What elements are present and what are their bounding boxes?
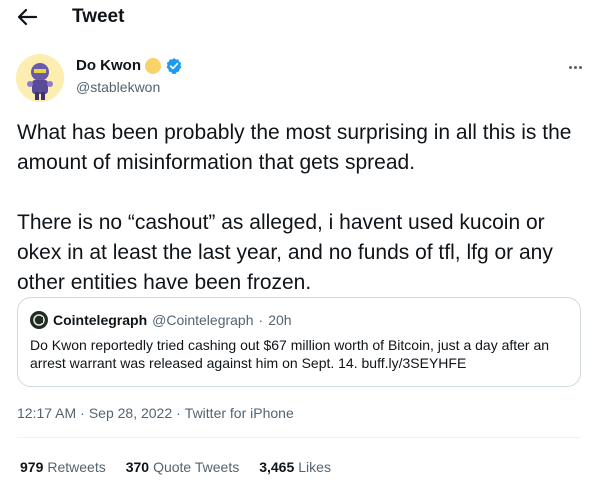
meta-separator: · [176,405,181,421]
tweet-paragraph: There is no “cashout” as alleged, i have… [17,211,553,294]
cointelegraph-logo-icon [33,314,45,326]
quote-avatar [30,311,48,329]
tweet-paragraph: What has been probably the most surprisi… [17,121,572,174]
page-title: Tweet [72,6,125,27]
quote-separator: · [258,312,264,328]
verified-badge-icon [166,58,182,74]
arrow-left-icon [17,8,37,26]
more-horizontal-icon-dot [578,65,582,69]
author-name[interactable]: Do Kwon [76,57,141,75]
likes-label: Likes [298,459,331,475]
retweets-count: 979 [20,459,44,475]
more-horizontal-icon [568,65,572,69]
divider [17,437,581,438]
quote-header: Cointelegraph @Cointelegraph · 20h [30,311,292,329]
quote-author-name: Cointelegraph [53,312,148,328]
likes-count: 3,465 [259,459,295,475]
quote-tweet-card[interactable]: Cointelegraph @Cointelegraph · 20h Do Kw… [17,297,581,387]
quote-author-handle: @Cointelegraph [152,312,254,328]
tweet-time[interactable]: 12:17 AM [17,404,76,422]
more-button[interactable] [562,60,588,74]
back-button[interactable] [14,6,40,28]
retweets-label: Retweets [47,459,106,475]
likes-stat[interactable]: 3,465 Likes [259,458,331,476]
quote-tweets-count: 370 [125,459,150,475]
retweets-stat[interactable]: 979 Retweets [20,458,106,476]
avatar-image [16,54,64,102]
quote-time: 20h [268,312,292,328]
quote-tweets-stat[interactable]: 370 Quote Tweets [126,458,240,476]
author-name-row: Do Kwon [76,57,183,75]
tweet-stats: 979 Retweets 370 Quote Tweets 3,465 Like… [20,458,331,476]
tweet-meta: 12:17 AM · Sep 28, 2022 · Twitter for iP… [17,404,294,422]
tweet-text: What has been probably the most surprisi… [17,118,582,298]
avatar[interactable] [16,54,64,102]
tweet-date[interactable]: Sep 28, 2022 [89,404,172,422]
emoji-icon [145,58,161,74]
meta-separator: · [80,405,85,421]
tweet-page: Tweet Do Kwon @stablekwon What has been … [0,0,598,484]
author-handle[interactable]: @stablekwon [76,79,160,96]
more-horizontal-icon-dot [573,65,577,69]
quote-tweets-label: Quote Tweets [153,459,240,475]
header: Tweet [0,0,598,36]
quote-text: Do Kwon reportedly tried cashing out $67… [30,337,550,371]
tweet-source[interactable]: Twitter for iPhone [185,404,294,422]
